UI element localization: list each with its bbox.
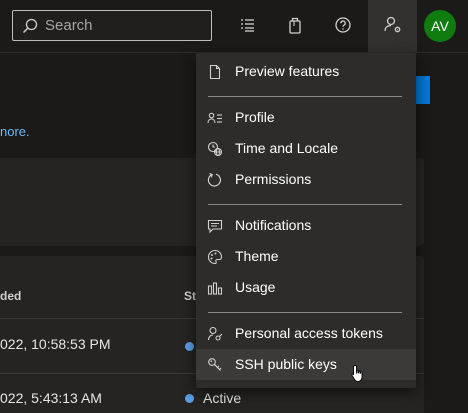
- status-dot: [185, 394, 194, 403]
- table-cell-status: Active: [203, 390, 242, 406]
- menu-item-label: Notifications: [235, 217, 312, 233]
- person-key-icon: [207, 326, 223, 342]
- table-cell-date: 022, 5:43:13 AM: [0, 390, 102, 406]
- top-bar: Search AV: [0, 0, 468, 52]
- menu-item-time-and-locale[interactable]: Time and Locale: [196, 133, 416, 164]
- help-icon[interactable]: [332, 14, 354, 36]
- menu-item-personal-access-tokens[interactable]: Personal access tokens: [196, 318, 416, 349]
- profile-icon: [207, 110, 223, 126]
- menu-item-label: SSH public keys: [235, 356, 337, 372]
- document-icon: [207, 64, 223, 80]
- menu-item-label: Preview features: [235, 63, 340, 79]
- menu-item-notifications[interactable]: Notifications: [196, 210, 416, 241]
- column-header-date[interactable]: ded: [0, 289, 21, 303]
- menu-separator: [208, 96, 402, 97]
- chat-icon: [207, 218, 223, 234]
- status-dot: [185, 342, 194, 351]
- menu-item-label: Time and Locale: [235, 140, 338, 156]
- hand-pointer-cursor-icon: [350, 364, 368, 384]
- menu-item-permissions[interactable]: Permissions: [196, 164, 416, 195]
- column-header-status[interactable]: St: [184, 289, 196, 303]
- user-settings-menu: Preview features Profile Time and Locale…: [196, 53, 416, 388]
- marketplace-bag-icon[interactable]: [284, 14, 306, 36]
- search-placeholder: Search: [45, 17, 93, 34]
- menu-item-preview-features[interactable]: Preview features: [196, 56, 416, 87]
- menu-item-label: Theme: [235, 248, 279, 264]
- refresh-icon: [207, 172, 223, 188]
- user-settings-icon: [382, 14, 404, 36]
- search-icon: [22, 18, 38, 34]
- menu-item-usage[interactable]: Usage: [196, 272, 416, 303]
- menu-item-ssh-public-keys[interactable]: SSH public keys: [196, 349, 416, 380]
- menu-item-label: Usage: [235, 279, 276, 295]
- menu-separator: [208, 204, 402, 205]
- work-items-icon[interactable]: [236, 14, 258, 36]
- palette-icon: [207, 249, 223, 265]
- menu-item-label: Permissions: [235, 171, 312, 187]
- menu-item-label: Profile: [235, 109, 275, 125]
- user-settings-button[interactable]: [368, 0, 417, 52]
- learn-more-link[interactable]: nore.: [0, 124, 30, 139]
- menu-separator: [208, 312, 402, 313]
- menu-item-profile[interactable]: Profile: [196, 102, 416, 133]
- menu-item-theme[interactable]: Theme: [196, 241, 416, 272]
- search-box[interactable]: Search: [12, 10, 212, 41]
- avatar[interactable]: AV: [424, 10, 456, 42]
- menu-item-label: Personal access tokens: [235, 325, 383, 341]
- key-icon: [207, 357, 223, 373]
- globe-clock-icon: [207, 141, 223, 157]
- bar-chart-icon: [207, 280, 223, 296]
- table-cell-date: 022, 10:58:53 PM: [0, 336, 111, 352]
